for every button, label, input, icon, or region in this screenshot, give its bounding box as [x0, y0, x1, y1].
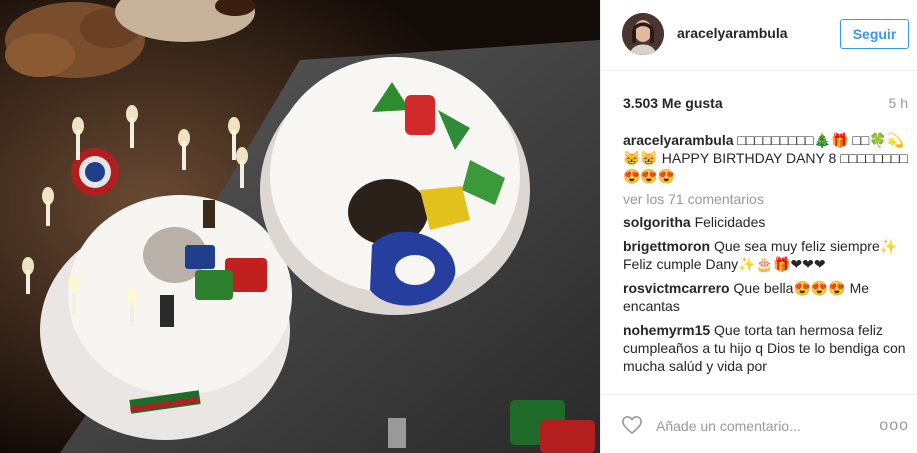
heart-outline-icon[interactable]	[621, 415, 643, 440]
comment-bar: Añade un comentario... ooo	[601, 394, 917, 453]
caption: aracelyarambula □□□□□□□□□🎄🎁 □□🍀💫😸😸 HAPPY…	[623, 131, 908, 185]
post-photo[interactable]	[0, 0, 600, 453]
instagram-post: aracelyarambula Seguir 3.503 Me gusta 5 …	[0, 0, 917, 453]
comments-list: aracelyarambula □□□□□□□□□🎄🎁 □□🍀💫😸😸 HAPPY…	[623, 131, 908, 393]
post-sidebar: aracelyarambula Seguir 3.503 Me gusta 5 …	[600, 0, 917, 453]
comment-user[interactable]: aracelyarambula	[623, 132, 734, 148]
likes-count[interactable]: 3.503 Me gusta	[623, 95, 723, 111]
avatar[interactable]	[622, 13, 664, 55]
more-options-icon[interactable]: ooo	[879, 417, 909, 435]
post-time[interactable]: 5 h	[889, 95, 908, 111]
follow-button[interactable]: Seguir	[840, 19, 909, 49]
avatar-image	[622, 13, 664, 55]
comment-user[interactable]: nohemyrm15	[623, 322, 710, 338]
username-link[interactable]: aracelyarambula	[677, 25, 788, 41]
comment-user[interactable]: rosvictmcarrero	[623, 280, 730, 296]
birthday-cake-image	[0, 0, 600, 453]
comment-item: rosvictmcarrero Que bella😍😍😍 Me encantas	[623, 279, 908, 315]
comment-item: nohemyrm15 Que torta tan hermosa feliz c…	[623, 321, 908, 375]
comment-user[interactable]: brigettmoron	[623, 238, 710, 254]
comment-item: brigettmoron Que sea muy feliz siempre✨ …	[623, 237, 908, 273]
comment-item: solgoritha Felicidades	[623, 213, 908, 231]
comment-text: Felicidades	[694, 214, 766, 230]
comment-user[interactable]: solgoritha	[623, 214, 691, 230]
post-header: aracelyarambula Seguir	[601, 0, 917, 71]
add-comment-input[interactable]: Añade un comentario...	[656, 418, 801, 434]
view-all-comments-link[interactable]: ver los 71 comentarios	[623, 191, 908, 207]
